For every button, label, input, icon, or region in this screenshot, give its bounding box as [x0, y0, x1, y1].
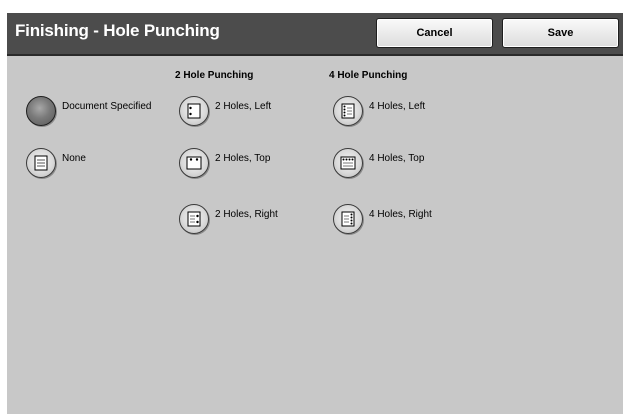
plain-page-icon[interactable] — [26, 148, 56, 178]
selected-radio-icon[interactable] — [26, 96, 56, 126]
title-bar: Finishing - Hole Punching Cancel Save — [7, 13, 623, 56]
option-2-holes-right[interactable]: 2 Holes, Right — [179, 204, 278, 234]
option-4-holes-right[interactable]: 4 Holes, Right — [333, 204, 432, 234]
option-2-holes-left[interactable]: 2 Holes, Left — [179, 96, 271, 126]
option-label: 4 Holes, Left — [369, 101, 426, 112]
option-label: 2 Holes, Left — [215, 101, 272, 112]
option-label: None — [62, 153, 86, 164]
four-hole-punching-header: 4 Hole Punching — [329, 70, 408, 81]
page-4-holes-right-icon[interactable] — [333, 204, 363, 234]
page-4-holes-top-icon[interactable] — [333, 148, 363, 178]
option-label: 4 Holes, Top — [369, 153, 425, 164]
option-label: 2 Holes, Right — [215, 209, 278, 220]
option-4-holes-top[interactable]: 4 Holes, Top — [333, 148, 424, 178]
page-4-holes-left-icon[interactable] — [333, 96, 363, 126]
option-label: 4 Holes, Right — [369, 209, 432, 220]
save-button[interactable]: Save — [502, 18, 619, 48]
cancel-button[interactable]: Cancel — [376, 18, 493, 48]
option-label: 2 Holes, Top — [215, 153, 271, 164]
option-2-holes-top[interactable]: 2 Holes, Top — [179, 148, 270, 178]
two-hole-punching-header: 2 Hole Punching — [175, 70, 254, 81]
dialog-panel: Finishing - Hole Punching Cancel Save 2 … — [7, 13, 623, 414]
option-document-specified[interactable]: Document Specified — [26, 96, 152, 126]
page-title: Finishing - Hole Punching — [15, 21, 220, 40]
page-2-holes-right-icon[interactable] — [179, 204, 209, 234]
option-none[interactable]: None — [26, 148, 86, 178]
page-2-holes-top-icon[interactable] — [179, 148, 209, 178]
page-2-holes-left-icon[interactable] — [179, 96, 209, 126]
option-4-holes-left[interactable]: 4 Holes, Left — [333, 96, 425, 126]
option-label: Document Specified — [62, 101, 152, 112]
